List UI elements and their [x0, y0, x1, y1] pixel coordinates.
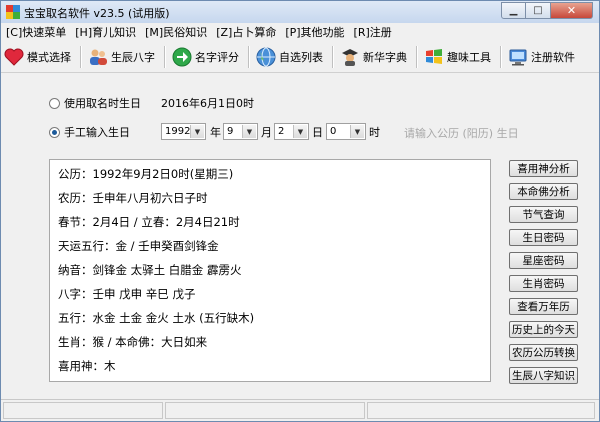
toolbar-separator [164, 46, 166, 68]
status-panel [3, 402, 163, 419]
maximize-icon: □ [533, 5, 543, 16]
toolbar-score-button[interactable]: 名字评分 [169, 44, 242, 70]
toolbar-dictionary-button[interactable]: 新华字典 [337, 44, 410, 70]
people-icon [88, 47, 108, 67]
hour-value: 0 [330, 126, 337, 137]
app-window: 宝宝取名软件 v23.5 (试用版) ▁ □ ✕ [C]快速菜单 [H]育儿知识… [0, 0, 600, 422]
xiyongshen-analysis-button[interactable]: 喜用神分析 [509, 160, 578, 177]
toolbar-fun-tools-label: 趣味工具 [447, 51, 491, 64]
birthday-hint: 请输入公历 (阳历) 生日 [404, 127, 519, 140]
status-panel [367, 402, 595, 419]
toolbar-register-button[interactable]: 注册软件 [505, 44, 578, 70]
menu-parenting[interactable]: [H]育儿知识 [70, 24, 140, 40]
info-line-xiyongshen: 喜用神：木 [58, 359, 116, 373]
menu-other[interactable]: [P]其他功能 [280, 24, 348, 40]
green-arrow-icon [172, 47, 192, 67]
windows-flag-icon [424, 47, 444, 67]
year-value: 1992 [165, 126, 191, 137]
hour-select[interactable]: 0 ▼ [326, 123, 366, 140]
close-button[interactable]: ✕ [551, 2, 593, 19]
toolbar-bazi-label: 生辰八字 [111, 51, 155, 64]
toolbar-mode-button[interactable]: 模式选择 [1, 44, 74, 70]
close-icon: ✕ [566, 4, 577, 17]
info-line-zodiac: 生肖：猴 / 本命佛：大日如来 [58, 335, 208, 349]
use-naming-birthday-label: 使用取名时生日 [64, 97, 141, 110]
main-content: 使用取名时生日 2016年6月1日0时 手工输入生日 1992 ▼ 年 9 ▼ … [1, 73, 599, 395]
today-in-history-button[interactable]: 历史上的今天 [509, 321, 578, 338]
menu-divination[interactable]: [Z]占卜算命 [211, 24, 280, 40]
manual-birthday-option[interactable]: 手工输入生日 [49, 124, 130, 140]
info-line-bazi: 八字：壬申 戊申 辛巳 戊子 [58, 287, 196, 301]
perpetual-calendar-button[interactable]: 查看万年历 [509, 298, 578, 315]
toolbar-dictionary-label: 新华字典 [363, 51, 407, 64]
info-line-wuxing: 五行：水金 土金 金火 土水 (五行缺木) [58, 311, 255, 325]
day-unit: 日 [312, 126, 323, 139]
minimize-icon: ▁ [509, 5, 518, 16]
toolbar: 模式选择 生辰八字 名字评分 自选列表 新华字典 趣味工具 注册软件 [1, 42, 599, 73]
toolbar-fun-tools-button[interactable]: 趣味工具 [421, 44, 494, 70]
info-line-nayin: 纳音：剑锋金 太驿土 白腊金 霹雳火 [58, 263, 242, 277]
globe-icon [256, 47, 276, 67]
bazi-knowledge-button[interactable]: 生辰八字知识 [509, 367, 578, 384]
window-title: 宝宝取名软件 v23.5 (试用版) [24, 7, 170, 20]
status-panel [165, 402, 365, 419]
radio-use-naming-birthday[interactable] [49, 97, 60, 109]
chevron-down-icon: ▼ [350, 125, 364, 138]
year-unit: 年 [210, 126, 221, 139]
computer-icon [508, 47, 528, 67]
toolbar-separator [80, 46, 82, 68]
scholar-icon [340, 47, 360, 67]
chevron-down-icon: ▼ [190, 125, 204, 138]
month-select[interactable]: 9 ▼ [223, 123, 258, 140]
info-line-solar: 公历：1992年9月2日0时(星期三) [58, 167, 234, 181]
year-select[interactable]: 1992 ▼ [161, 123, 206, 140]
window-controls: ▁ □ ✕ [501, 2, 593, 20]
toolbar-bazi-button[interactable]: 生辰八字 [85, 44, 158, 70]
info-line-lunar: 农历：壬申年八月初六日子时 [58, 191, 208, 205]
heart-icon [4, 47, 24, 67]
app-logo-icon [6, 5, 20, 19]
naming-birthday-value: 2016年6月1日0时 [161, 97, 254, 110]
radio-manual-birthday[interactable] [49, 126, 60, 138]
lunar-solar-convert-button[interactable]: 农历公历转换 [509, 344, 578, 361]
toolbar-separator [500, 46, 502, 68]
maximize-button[interactable]: □ [526, 2, 551, 19]
benmingfo-analysis-button[interactable]: 本命佛分析 [509, 183, 578, 200]
zodiac-code-button[interactable]: 生肖密码 [509, 275, 578, 292]
chevron-down-icon: ▼ [242, 125, 256, 138]
toolbar-separator [416, 46, 418, 68]
minimize-button[interactable]: ▁ [501, 2, 526, 19]
status-bar [1, 399, 599, 421]
menu-bar: [C]快速菜单 [H]育儿知识 [M]民俗知识 [Z]占卜算命 [P]其他功能 … [1, 23, 599, 41]
title-bar[interactable]: 宝宝取名软件 v23.5 (试用版) ▁ □ ✕ [1, 1, 599, 23]
toolbar-register-label: 注册软件 [531, 51, 575, 64]
birthday-code-button[interactable]: 生日密码 [509, 229, 578, 246]
info-line-tianyun: 天运五行：金 / 壬申癸酉剑锋金 [58, 239, 219, 253]
hour-unit: 时 [369, 126, 380, 139]
day-select[interactable]: 2 ▼ [274, 123, 309, 140]
menu-register[interactable]: [R]注册 [349, 24, 396, 40]
solar-term-query-button[interactable]: 节气查询 [509, 206, 578, 223]
toolbar-separator [248, 46, 250, 68]
use-naming-birthday-option[interactable]: 使用取名时生日 2016年6月1日0时 [49, 95, 254, 111]
info-line-spring-festival: 春节：2月4日 / 立春：2月4日21时 [58, 215, 240, 229]
month-unit: 月 [261, 126, 272, 139]
month-value: 9 [227, 126, 234, 137]
constellation-code-button[interactable]: 星座密码 [509, 252, 578, 269]
toolbar-score-label: 名字评分 [195, 51, 239, 64]
menu-quick[interactable]: [C]快速菜单 [1, 24, 70, 40]
toolbar-list-button[interactable]: 自选列表 [253, 44, 326, 70]
day-value: 2 [278, 126, 285, 137]
toolbar-separator [332, 46, 334, 68]
toolbar-mode-label: 模式选择 [27, 51, 71, 64]
menu-folk[interactable]: [M]民俗知识 [140, 24, 211, 40]
toolbar-list-label: 自选列表 [279, 51, 323, 64]
chevron-down-icon: ▼ [293, 125, 307, 138]
bazi-info-panel: 公历：1992年9月2日0时(星期三) 农历：壬申年八月初六日子时 春节：2月4… [49, 159, 491, 382]
manual-birthday-label: 手工输入生日 [64, 126, 130, 139]
